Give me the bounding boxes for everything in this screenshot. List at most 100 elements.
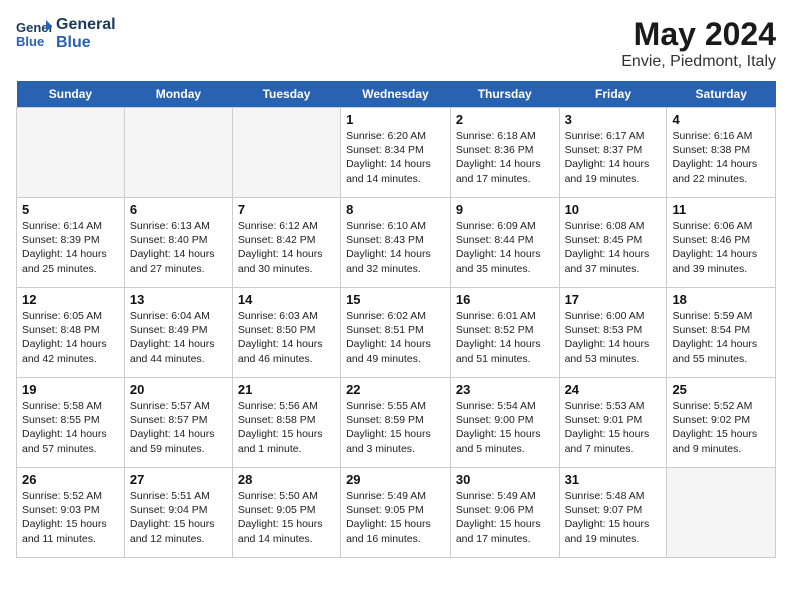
- day-info: Sunrise: 6:12 AM Sunset: 8:42 PM Dayligh…: [238, 219, 335, 276]
- day-cell-7: 7 Sunrise: 6:12 AM Sunset: 8:42 PM Daylig…: [232, 198, 340, 288]
- day-number: 7: [238, 202, 335, 217]
- day-number: 23: [456, 382, 554, 397]
- empty-cell: [17, 108, 125, 198]
- day-info: Sunrise: 6:03 AM Sunset: 8:50 PM Dayligh…: [238, 309, 335, 366]
- title-area: May 2024 Envie, Piedmont, Italy: [621, 16, 776, 71]
- day-header-tuesday: Tuesday: [232, 81, 340, 108]
- day-header-thursday: Thursday: [450, 81, 559, 108]
- day-info: Sunrise: 5:50 AM Sunset: 9:05 PM Dayligh…: [238, 489, 335, 546]
- week-row-4: 19 Sunrise: 5:58 AM Sunset: 8:55 PM Dayli…: [17, 378, 776, 468]
- day-number: 4: [672, 112, 770, 127]
- month-year-title: May 2024: [621, 16, 776, 53]
- day-number: 1: [346, 112, 445, 127]
- day-cell-9: 9 Sunrise: 6:09 AM Sunset: 8:44 PM Daylig…: [450, 198, 559, 288]
- day-cell-19: 19 Sunrise: 5:58 AM Sunset: 8:55 PM Dayli…: [17, 378, 125, 468]
- logo-blue: Blue: [56, 34, 116, 52]
- day-cell-4: 4 Sunrise: 6:16 AM Sunset: 8:38 PM Daylig…: [667, 108, 776, 198]
- day-number: 28: [238, 472, 335, 487]
- day-cell-1: 1 Sunrise: 6:20 AM Sunset: 8:34 PM Daylig…: [341, 108, 451, 198]
- svg-text:Blue: Blue: [16, 34, 44, 49]
- day-cell-24: 24Sunrise: 5:53 AM Sunset: 9:01 PM Dayli…: [559, 378, 667, 468]
- day-header-wednesday: Wednesday: [341, 81, 451, 108]
- day-info: Sunrise: 5:54 AM Sunset: 9:00 PM Dayligh…: [456, 399, 554, 456]
- day-cell-29: 29 Sunrise: 5:49 AM Sunset: 9:05 PM Dayli…: [341, 468, 451, 558]
- day-number: 13: [130, 292, 227, 307]
- day-number: 30: [456, 472, 554, 487]
- day-info: Sunrise: 6:20 AM Sunset: 8:34 PM Dayligh…: [346, 129, 445, 186]
- day-info: Sunrise: 6:16 AM Sunset: 8:38 PM Dayligh…: [672, 129, 770, 186]
- day-cell-16: 16Sunrise: 6:01 AM Sunset: 8:52 PM Dayli…: [450, 288, 559, 378]
- day-info: Sunrise: 5:48 AM Sunset: 9:07 PM Dayligh…: [565, 489, 662, 546]
- day-cell-5: 5Sunrise: 6:14 AM Sunset: 8:39 PM Daylig…: [17, 198, 125, 288]
- day-info: Sunrise: 6:10 AM Sunset: 8:43 PM Dayligh…: [346, 219, 445, 276]
- logo-general: General: [56, 16, 116, 34]
- day-cell-2: 2 Sunrise: 6:18 AM Sunset: 8:36 PM Daylig…: [450, 108, 559, 198]
- day-number: 25: [672, 382, 770, 397]
- day-info: Sunrise: 5:52 AM Sunset: 9:03 PM Dayligh…: [22, 489, 119, 546]
- day-info: Sunrise: 6:09 AM Sunset: 8:44 PM Dayligh…: [456, 219, 554, 276]
- day-info: Sunrise: 6:17 AM Sunset: 8:37 PM Dayligh…: [565, 129, 662, 186]
- week-row-3: 12Sunrise: 6:05 AM Sunset: 8:48 PM Dayli…: [17, 288, 776, 378]
- day-cell-12: 12Sunrise: 6:05 AM Sunset: 8:48 PM Dayli…: [17, 288, 125, 378]
- day-info: Sunrise: 6:06 AM Sunset: 8:46 PM Dayligh…: [672, 219, 770, 276]
- day-cell-6: 6 Sunrise: 6:13 AM Sunset: 8:40 PM Daylig…: [124, 198, 232, 288]
- day-number: 26: [22, 472, 119, 487]
- day-number: 17: [565, 292, 662, 307]
- day-info: Sunrise: 5:49 AM Sunset: 9:05 PM Dayligh…: [346, 489, 445, 546]
- day-info: Sunrise: 5:52 AM Sunset: 9:02 PM Dayligh…: [672, 399, 770, 456]
- day-cell-17: 17 Sunrise: 6:00 AM Sunset: 8:53 PM Dayli…: [559, 288, 667, 378]
- day-cell-18: 18 Sunrise: 5:59 AM Sunset: 8:54 PM Dayli…: [667, 288, 776, 378]
- day-cell-23: 23 Sunrise: 5:54 AM Sunset: 9:00 PM Dayli…: [450, 378, 559, 468]
- day-header-sunday: Sunday: [17, 81, 125, 108]
- day-cell-15: 15 Sunrise: 6:02 AM Sunset: 8:51 PM Dayli…: [341, 288, 451, 378]
- day-number: 2: [456, 112, 554, 127]
- day-number: 5: [22, 202, 119, 217]
- day-header-row: SundayMondayTuesdayWednesdayThursdayFrid…: [17, 81, 776, 108]
- day-info: Sunrise: 5:55 AM Sunset: 8:59 PM Dayligh…: [346, 399, 445, 456]
- day-number: 14: [238, 292, 335, 307]
- day-header-monday: Monday: [124, 81, 232, 108]
- day-number: 3: [565, 112, 662, 127]
- day-number: 29: [346, 472, 445, 487]
- day-cell-13: 13Sunrise: 6:04 AM Sunset: 8:49 PM Dayli…: [124, 288, 232, 378]
- empty-cell: [124, 108, 232, 198]
- day-info: Sunrise: 6:00 AM Sunset: 8:53 PM Dayligh…: [565, 309, 662, 366]
- calendar-table: SundayMondayTuesdayWednesdayThursdayFrid…: [16, 81, 776, 558]
- day-number: 12: [22, 292, 119, 307]
- page-header: General Blue General Blue May 2024 Envie…: [16, 16, 776, 71]
- day-info: Sunrise: 6:02 AM Sunset: 8:51 PM Dayligh…: [346, 309, 445, 366]
- day-number: 16: [456, 292, 554, 307]
- day-number: 6: [130, 202, 227, 217]
- day-info: Sunrise: 5:56 AM Sunset: 8:58 PM Dayligh…: [238, 399, 335, 456]
- day-number: 9: [456, 202, 554, 217]
- day-cell-14: 14 Sunrise: 6:03 AM Sunset: 8:50 PM Dayli…: [232, 288, 340, 378]
- day-info: Sunrise: 5:59 AM Sunset: 8:54 PM Dayligh…: [672, 309, 770, 366]
- day-number: 11: [672, 202, 770, 217]
- day-number: 20: [130, 382, 227, 397]
- day-info: Sunrise: 5:51 AM Sunset: 9:04 PM Dayligh…: [130, 489, 227, 546]
- day-info: Sunrise: 6:13 AM Sunset: 8:40 PM Dayligh…: [130, 219, 227, 276]
- day-number: 8: [346, 202, 445, 217]
- day-info: Sunrise: 6:08 AM Sunset: 8:45 PM Dayligh…: [565, 219, 662, 276]
- day-header-saturday: Saturday: [667, 81, 776, 108]
- day-cell-10: 10Sunrise: 6:08 AM Sunset: 8:45 PM Dayli…: [559, 198, 667, 288]
- location-subtitle: Envie, Piedmont, Italy: [621, 53, 776, 71]
- logo-icon: General Blue: [16, 16, 52, 52]
- day-number: 15: [346, 292, 445, 307]
- week-row-1: 1 Sunrise: 6:20 AM Sunset: 8:34 PM Daylig…: [17, 108, 776, 198]
- day-cell-27: 27Sunrise: 5:51 AM Sunset: 9:04 PM Dayli…: [124, 468, 232, 558]
- day-number: 18: [672, 292, 770, 307]
- day-number: 19: [22, 382, 119, 397]
- day-cell-21: 21Sunrise: 5:56 AM Sunset: 8:58 PM Dayli…: [232, 378, 340, 468]
- day-cell-30: 30Sunrise: 5:49 AM Sunset: 9:06 PM Dayli…: [450, 468, 559, 558]
- day-cell-26: 26 Sunrise: 5:52 AM Sunset: 9:03 PM Dayli…: [17, 468, 125, 558]
- day-info: Sunrise: 6:18 AM Sunset: 8:36 PM Dayligh…: [456, 129, 554, 186]
- day-cell-11: 11 Sunrise: 6:06 AM Sunset: 8:46 PM Dayli…: [667, 198, 776, 288]
- day-cell-31: 31Sunrise: 5:48 AM Sunset: 9:07 PM Dayli…: [559, 468, 667, 558]
- day-info: Sunrise: 5:58 AM Sunset: 8:55 PM Dayligh…: [22, 399, 119, 456]
- week-row-5: 26 Sunrise: 5:52 AM Sunset: 9:03 PM Dayli…: [17, 468, 776, 558]
- day-cell-8: 8 Sunrise: 6:10 AM Sunset: 8:43 PM Daylig…: [341, 198, 451, 288]
- day-cell-22: 22Sunrise: 5:55 AM Sunset: 8:59 PM Dayli…: [341, 378, 451, 468]
- empty-cell: [667, 468, 776, 558]
- day-cell-28: 28 Sunrise: 5:50 AM Sunset: 9:05 PM Dayli…: [232, 468, 340, 558]
